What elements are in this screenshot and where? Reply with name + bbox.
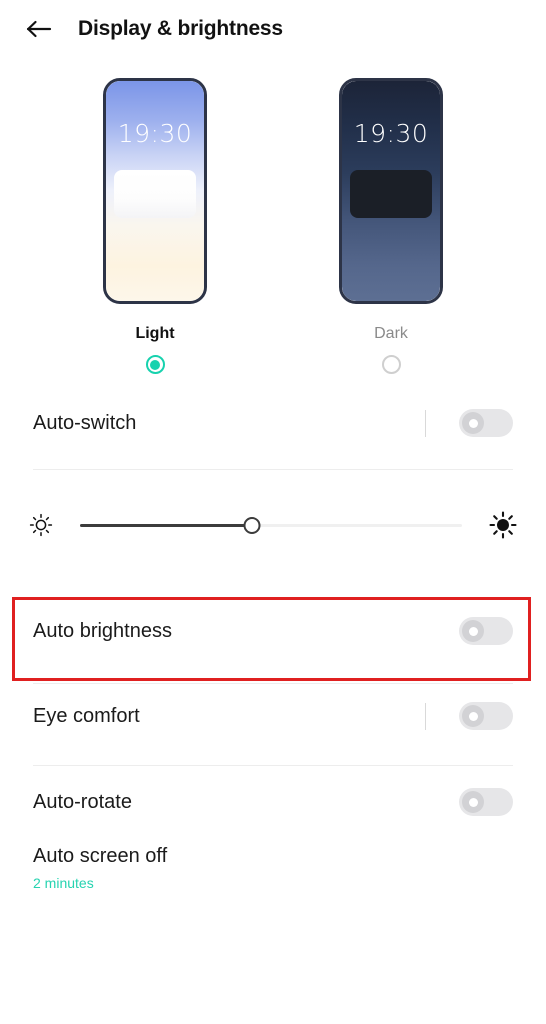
light-theme-preview[interactable]: 19:30 [103,78,207,304]
row-auto-screen-off[interactable]: Auto screen off 2 minutes [0,833,546,903]
toggle-knob [462,412,484,434]
value-auto-screen-off: 2 minutes [33,875,94,891]
sun-filled-icon [488,510,518,540]
row-vertical-divider [425,702,426,730]
slider-thumb[interactable] [243,516,261,534]
auto-screen-off-text: Auto screen off 2 minutes [33,845,513,891]
preview-card-dark [350,170,432,218]
row-vertical-divider [425,409,426,437]
slider-track-fill [80,523,252,527]
toggle-knob [462,620,484,642]
preview-clock-dark: 19:30 [353,119,429,148]
page-header: Display & brightness [0,0,546,58]
back-arrow-icon[interactable] [22,12,56,46]
theme-label-light: Light [135,325,175,342]
page-title: Display & brightness [78,17,283,40]
toggle-knob [462,705,484,727]
dark-theme-preview[interactable]: 19:30 [339,78,443,304]
toggle-knob [462,791,484,813]
theme-label-dark: Dark [374,325,408,342]
row-auto-brightness[interactable]: Auto brightness [0,589,546,673]
radio-light[interactable] [145,355,165,374]
toggle-auto-brightness[interactable] [459,617,513,645]
row-auto-switch[interactable]: Auto-switch [0,392,546,454]
label-auto-rotate: Auto-rotate [33,790,132,813]
label-eye-comfort: Eye comfort [33,704,140,727]
brightness-slider-row[interactable] [0,492,546,558]
label-auto-switch: Auto-switch [33,411,137,434]
dark-preview-screen: 19:30 [342,81,440,301]
sun-outline-icon [28,512,54,538]
light-preview-screen: 19:30 [106,81,204,301]
brightness-slider[interactable] [80,515,462,535]
preview-clock-light: 19:30 [117,119,193,148]
row-eye-comfort[interactable]: Eye comfort [0,685,546,747]
theme-option-dark[interactable]: 19:30 Dark [339,78,443,374]
preview-card-light [114,170,196,218]
toggle-auto-rotate[interactable] [459,788,513,816]
radio-dark[interactable] [381,355,401,374]
toggle-auto-switch[interactable] [459,409,513,437]
toggle-eye-comfort[interactable] [459,702,513,730]
theme-selector: 19:30 Light 19:30 Dark [0,78,546,374]
theme-option-light[interactable]: 19:30 Light [103,78,207,374]
label-auto-screen-off: Auto screen off [33,845,168,867]
label-auto-brightness: Auto brightness [33,619,172,642]
row-auto-rotate[interactable]: Auto-rotate [0,771,546,833]
